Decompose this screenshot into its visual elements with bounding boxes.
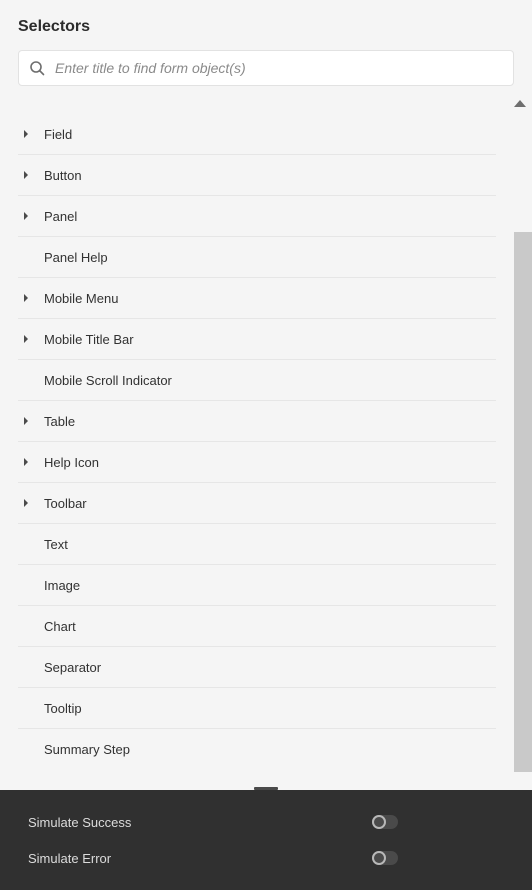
simulate-success-label: Simulate Success xyxy=(28,815,131,830)
simulate-success-toggle[interactable] xyxy=(372,815,398,829)
list-item[interactable]: Help Icon xyxy=(18,442,496,483)
list-item-label: Tooltip xyxy=(18,701,496,716)
list-item-label: Summary Step xyxy=(18,742,496,757)
list-item[interactable]: Panel Help xyxy=(18,237,496,278)
toggle-knob-icon xyxy=(372,851,386,865)
chevron-right-icon xyxy=(18,171,44,179)
footer-panel: Simulate Success Simulate Error xyxy=(0,790,532,890)
page-title: Selectors xyxy=(18,18,514,36)
list-item-label: Panel xyxy=(44,209,496,224)
chevron-right-icon xyxy=(18,335,44,343)
list-item[interactable]: Text xyxy=(18,524,496,565)
list-item[interactable]: Panel xyxy=(18,196,496,237)
list-item[interactable]: Mobile Title Bar xyxy=(18,319,496,360)
list-item-label: Table xyxy=(44,414,496,429)
list-item-label: Image xyxy=(18,578,496,593)
toggle-knob-icon xyxy=(372,815,386,829)
list-item-label: Help Icon xyxy=(44,455,496,470)
list-item[interactable]: Summary Step xyxy=(18,729,496,770)
chevron-right-icon xyxy=(18,417,44,425)
list-item[interactable]: Button xyxy=(18,155,496,196)
chevron-right-icon xyxy=(18,458,44,466)
search-box[interactable] xyxy=(18,50,514,86)
scrollbar-track[interactable] xyxy=(514,114,532,790)
search-input[interactable] xyxy=(45,60,503,76)
list-item-label: Mobile Scroll Indicator xyxy=(18,373,496,388)
chevron-right-icon xyxy=(18,130,44,138)
scroll-up-arrow-icon[interactable] xyxy=(514,100,526,107)
list-item[interactable]: Separator xyxy=(18,647,496,688)
chevron-right-icon xyxy=(18,499,44,507)
list-item-label: Mobile Title Bar xyxy=(44,332,496,347)
list-item[interactable]: Mobile Menu xyxy=(18,278,496,319)
list-item[interactable]: Table xyxy=(18,401,496,442)
drag-handle-icon[interactable] xyxy=(254,787,278,790)
list-item-label: Text xyxy=(18,537,496,552)
list-item-label: Button xyxy=(44,168,496,183)
list-item-label: Chart xyxy=(18,619,496,634)
list-item[interactable]: Mobile Scroll Indicator xyxy=(18,360,496,401)
list-item[interactable]: Image xyxy=(18,565,496,606)
search-icon xyxy=(29,60,45,76)
list-item-label: Panel Help xyxy=(18,250,496,265)
list-item[interactable]: Toolbar xyxy=(18,483,496,524)
simulate-error-toggle[interactable] xyxy=(372,851,398,865)
list-item-label: Mobile Menu xyxy=(44,291,496,306)
list-item[interactable]: Chart xyxy=(18,606,496,647)
scrollbar-thumb[interactable] xyxy=(514,232,532,772)
selector-list: Field Button Panel Panel Help Mobile Menu Mob… xyxy=(18,114,496,790)
list-item[interactable]: Tooltip xyxy=(18,688,496,729)
list-item-label: Field xyxy=(44,127,496,142)
list-item-label: Toolbar xyxy=(44,496,496,511)
chevron-right-icon xyxy=(18,212,44,220)
simulate-error-label: Simulate Error xyxy=(28,851,111,866)
chevron-right-icon xyxy=(18,294,44,302)
list-item-label: Separator xyxy=(18,660,496,675)
list-item[interactable]: Field xyxy=(18,114,496,155)
